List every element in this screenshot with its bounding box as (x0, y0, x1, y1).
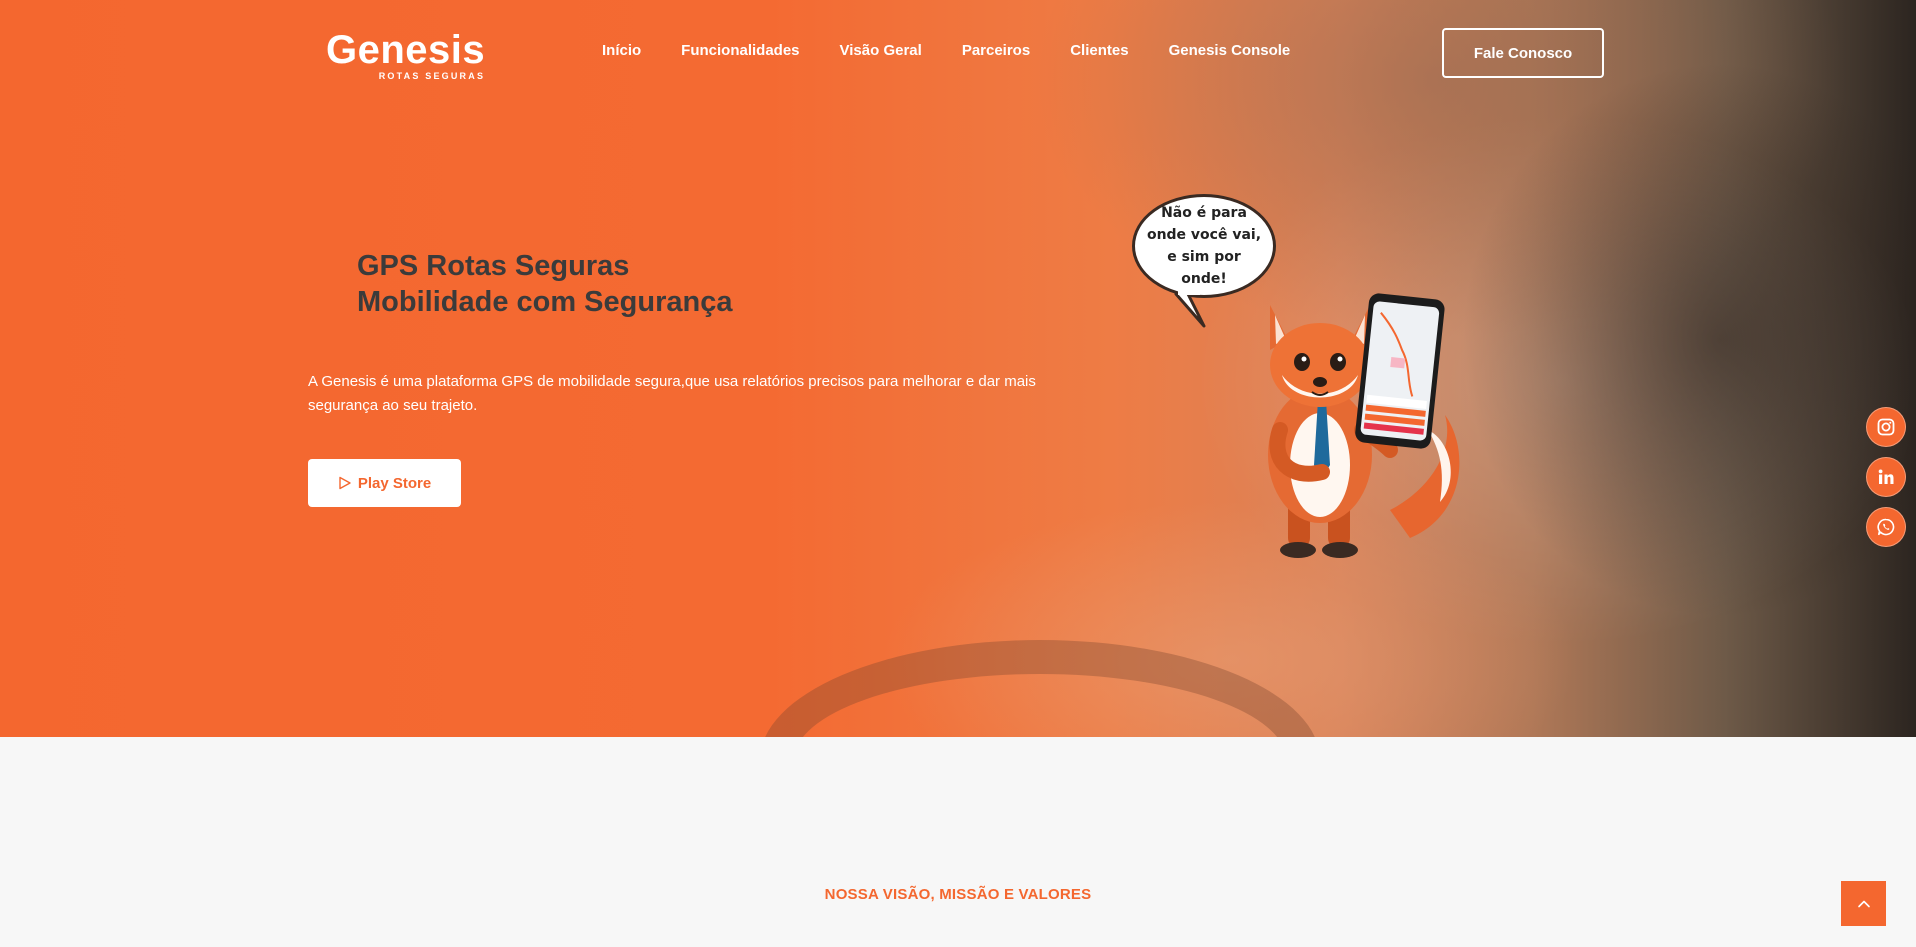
hero-description: A Genesis é uma plataforma GPS de mobili… (308, 373, 1036, 414)
instagram-button[interactable] (1866, 407, 1906, 447)
logo-tagline: ROTAS SEGURAS (378, 71, 486, 81)
play-store-label: Play Store (357, 474, 432, 492)
site-logo[interactable]: Genesis ROTAS SEGURAS (326, 30, 485, 81)
nav-item-funcionalidades[interactable]: Funcionalidades (681, 42, 799, 59)
hero-title-line-2: Mobilidade com Segurança (357, 286, 733, 318)
play-store-button[interactable]: Play Store (308, 459, 461, 507)
nav-item-parceiros[interactable]: Parceiros (962, 42, 1030, 59)
nav-item-genesis-console[interactable]: Genesis Console (1169, 42, 1291, 59)
nav-item-clientes[interactable]: Clientes (1070, 42, 1128, 59)
scroll-to-top-button[interactable] (1841, 881, 1886, 926)
whatsapp-icon (1877, 518, 1895, 536)
hero-title: GPS Rotas Seguras Mobilidade com Seguran… (357, 248, 732, 320)
play-icon (338, 476, 352, 490)
logo-wordmark: Genesis (326, 28, 486, 72)
linkedin-icon (1878, 469, 1894, 484)
nav-item-visao-geral[interactable]: Visão Geral (840, 42, 922, 59)
instagram-icon (1877, 418, 1895, 436)
nav-item-inicio[interactable]: Início (602, 42, 641, 59)
speech-bubble-tail (1174, 290, 1206, 328)
whatsapp-button[interactable] (1866, 507, 1906, 547)
hero-section (0, 0, 1916, 737)
linkedin-button[interactable] (1866, 457, 1906, 497)
section-eyebrow: NOSSA VISÃO, MISSÃO E VALORES (824, 886, 1092, 903)
fox-mascot-illustration (1268, 293, 1460, 558)
contact-button[interactable]: Fale Conosco (1442, 28, 1604, 78)
chevron-up-icon (1857, 900, 1870, 907)
main-nav: Início Funcionalidades Visão Geral Parce… (602, 42, 1290, 59)
hero-title-line-1: GPS Rotas Seguras (357, 250, 630, 282)
